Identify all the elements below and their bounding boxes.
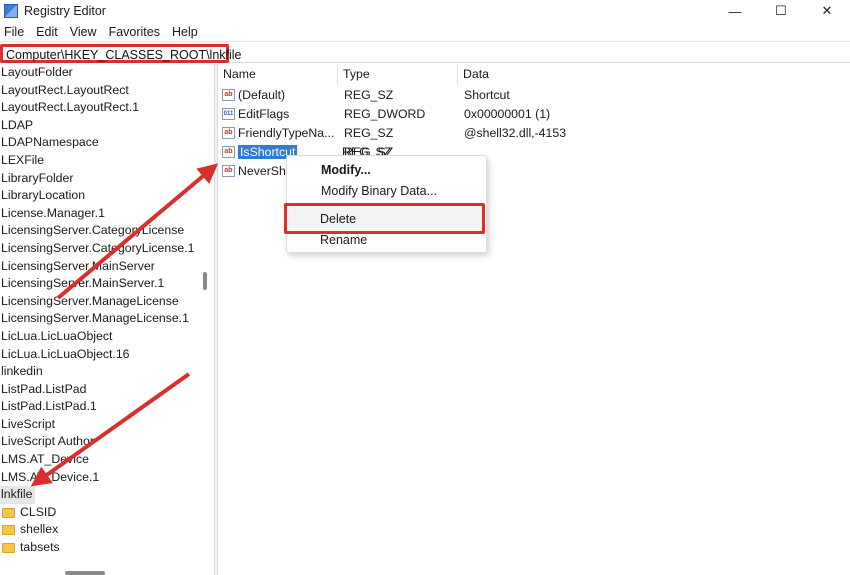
binary-value-icon: 011: [222, 107, 235, 120]
address-path[interactable]: Computer\HKEY_CLASSES_ROOT\lnkfile: [0, 44, 242, 63]
tree-item[interactable]: LMS.AT_Device.1: [0, 469, 210, 487]
tree-item[interactable]: LMS.AT_Device: [0, 451, 210, 469]
tree-item[interactable]: LicensingServer.ManageLicense: [0, 293, 210, 311]
value-type: REG_SZ: [344, 87, 394, 102]
subfolder-label: CLSID: [20, 504, 57, 519]
tree-vertical-scrollbar[interactable]: [203, 272, 207, 290]
value-data: 0x00000001 (1): [464, 106, 551, 121]
tree-item[interactable]: ListPad.ListPad: [0, 381, 210, 399]
tree-item[interactable]: LicLua.LicLuaObject: [0, 328, 210, 346]
tree-item[interactable]: linkedin: [0, 363, 210, 381]
value-row[interactable]: ab FriendlyTypeNa... REG_SZ @shell32.dll…: [218, 123, 850, 142]
tree-item[interactable]: LiveScript Author: [0, 433, 210, 451]
tree-item[interactable]: License.Manager.1: [0, 205, 210, 223]
tree-item[interactable]: LayoutRect.LayoutRect.1: [0, 99, 210, 117]
window-controls: — ☐ ✕: [712, 0, 850, 22]
menu-favorites[interactable]: Favorites: [105, 25, 164, 39]
value-name-cell: 011 EditFlags: [218, 107, 338, 121]
string-value-icon: ab: [222, 164, 235, 177]
value-name: NeverSh: [238, 163, 286, 178]
menu-file[interactable]: File: [0, 25, 28, 39]
value-row[interactable]: ab (Default) REG_SZ Shortcut: [218, 85, 850, 104]
context-delete[interactable]: Delete: [286, 209, 481, 229]
maximize-button[interactable]: ☐: [758, 0, 804, 22]
tree-item[interactable]: LiveScript: [0, 416, 210, 434]
tree-item[interactable]: LicensingServer.MainServer.1: [0, 275, 210, 293]
folder-icon: [2, 507, 15, 518]
column-header-data[interactable]: Data: [458, 64, 850, 85]
value-name: (Default): [238, 87, 286, 102]
string-value-icon: ab: [222, 145, 235, 158]
tree-subfolder-tabsets[interactable]: tabsets: [0, 539, 210, 557]
menu-bar: File Edit View Favorites Help: [0, 22, 850, 42]
tree-item[interactable]: LDAP: [0, 117, 210, 135]
tree-item[interactable]: LicensingServer.CategoryLicense: [0, 222, 210, 240]
tree-item[interactable]: LicensingServer.ManageLicense.1: [0, 310, 210, 328]
title-bar: Registry Editor — ☐ ✕: [0, 0, 850, 22]
context-rename[interactable]: Rename: [286, 230, 481, 250]
tree-item-lnkfile[interactable]: lnkfile: [0, 486, 35, 504]
context-modify-binary[interactable]: Modify Binary Data...: [287, 181, 486, 201]
tree-item[interactable]: LibraryLocation: [0, 187, 210, 205]
value-row[interactable]: 011 EditFlags REG_DWORD 0x00000001 (1): [218, 104, 850, 123]
context-modify[interactable]: Modify...: [287, 160, 486, 180]
tree-item[interactable]: LicensingServer.CategoryLicense.1: [0, 240, 210, 258]
value-type: REG_DWORD: [344, 106, 426, 121]
tree-item[interactable]: LayoutRect.LayoutRect: [0, 82, 210, 100]
values-list: Name Type Data ab (Default) REG_SZ Short…: [218, 64, 850, 575]
registry-editor-icon: [4, 4, 18, 18]
value-type: REG_SZ: [344, 125, 394, 140]
value-data: Shortcut: [464, 87, 510, 102]
tree-subfolder-clsid[interactable]: CLSID: [0, 504, 210, 522]
list-header: Name Type Data: [218, 64, 850, 85]
tree-horizontal-scrollbar[interactable]: [65, 571, 105, 575]
menu-edit[interactable]: Edit: [32, 25, 62, 39]
value-data: @shell32.dll,-4153: [464, 125, 567, 140]
tree-item[interactable]: LayoutFolder: [0, 64, 210, 82]
column-header-type[interactable]: Type: [338, 64, 458, 85]
value-name-cell: ab FriendlyTypeNa...: [218, 126, 338, 140]
string-value-icon: ab: [222, 126, 235, 139]
menu-help[interactable]: Help: [168, 25, 202, 39]
tree-subfolder-shellex[interactable]: shellex: [0, 521, 210, 539]
subfolder-label: tabsets: [20, 540, 60, 555]
column-header-name[interactable]: Name: [218, 64, 338, 85]
value-name: EditFlags: [238, 106, 290, 121]
subfolder-label: shellex: [20, 522, 59, 537]
minimize-button[interactable]: —: [712, 0, 758, 22]
value-name: FriendlyTypeNa...: [238, 125, 335, 140]
folder-icon: [2, 542, 15, 553]
window-title: Registry Editor: [24, 4, 106, 18]
tree-item[interactable]: LDAPNamespace: [0, 134, 210, 152]
close-button[interactable]: ✕: [804, 0, 850, 22]
folder-icon: [2, 525, 15, 536]
tree-item[interactable]: LEXFile: [0, 152, 210, 170]
value-name-cell: ab (Default): [218, 88, 338, 102]
menu-view[interactable]: View: [66, 25, 101, 39]
tree-item[interactable]: LibraryFolder: [0, 170, 210, 188]
registry-tree: LayoutFolder LayoutRect.LayoutRect Layou…: [0, 64, 210, 575]
address-bar[interactable]: Computer\HKEY_CLASSES_ROOT\lnkfile: [0, 41, 850, 63]
tree-item[interactable]: LicensingServer.MainServer: [0, 258, 210, 276]
tree-item[interactable]: LicLua.LicLuaObject.16: [0, 346, 210, 364]
string-value-icon: ab: [222, 88, 235, 101]
tree-item[interactable]: ListPad.ListPad.1: [0, 398, 210, 416]
